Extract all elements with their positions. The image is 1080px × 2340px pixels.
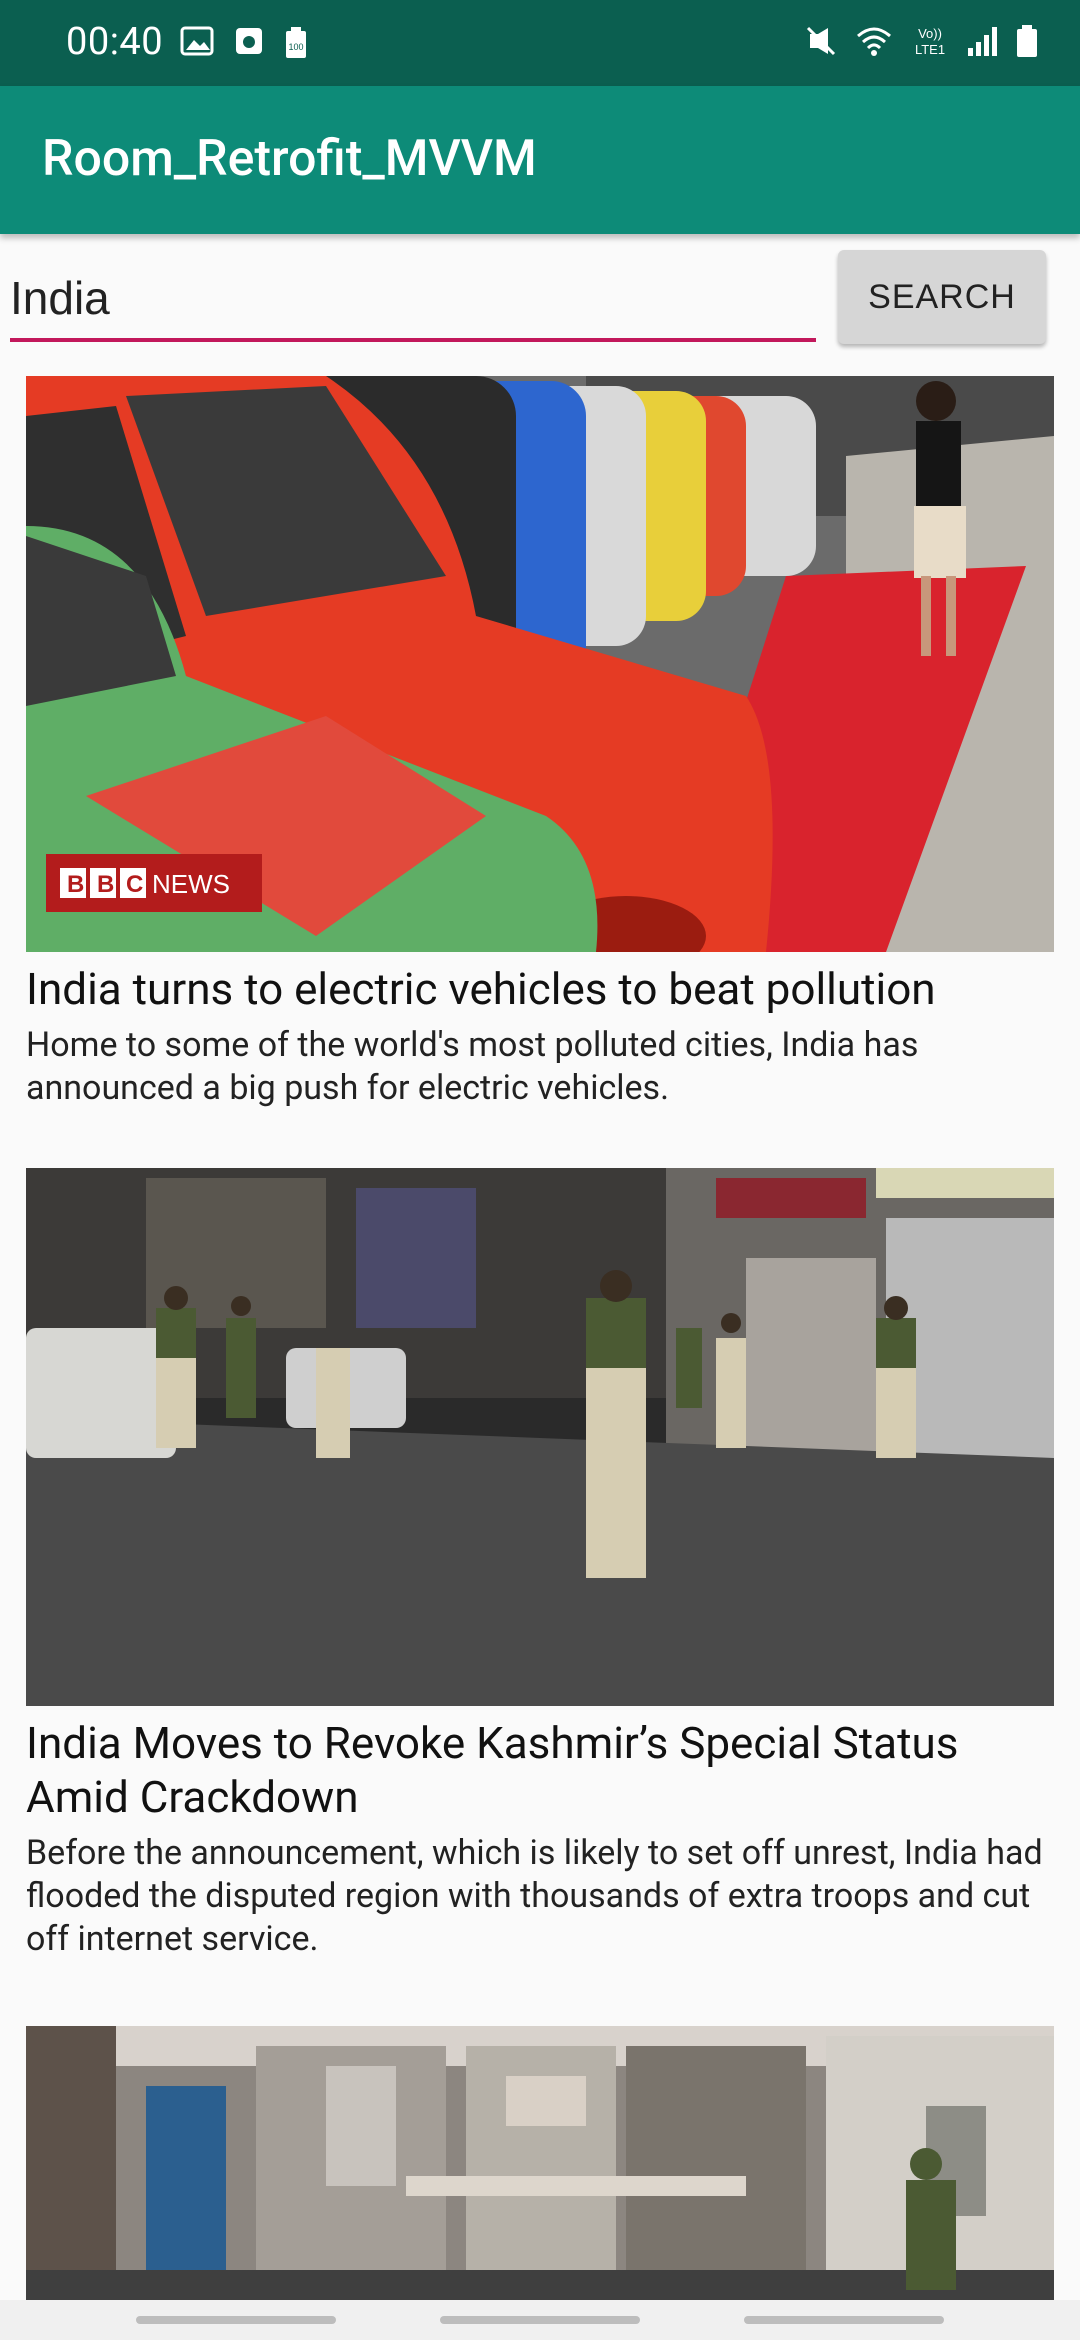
status-bar: 00:40 100 Vo)) LTE1 <box>0 0 1080 86</box>
svg-text:C: C <box>126 871 143 898</box>
article-image[interactable] <box>26 2026 1054 2300</box>
article-card[interactable]: B B C NEWS India turns to electric vehic… <box>26 376 1054 1110</box>
article-card[interactable] <box>26 2026 1054 2300</box>
wifi-icon <box>857 27 891 56</box>
app-title: Room_Retrofit_MVVM <box>42 130 537 188</box>
street-shops-image <box>26 2026 1054 2300</box>
article-description: Home to some of the world's most pollute… <box>26 1025 919 1108</box>
nav-recents-handle[interactable] <box>744 2316 944 2324</box>
article-description: Before the announcement, which is likely… <box>26 1833 1043 1959</box>
navigation-bar <box>0 2300 1080 2340</box>
svg-text:B: B <box>97 871 114 898</box>
signal-icon <box>968 27 997 56</box>
status-left-icons: 100 <box>180 26 308 60</box>
search-input[interactable] <box>10 258 816 342</box>
nav-back-handle[interactable] <box>136 2316 336 2324</box>
app-bar: Room_Retrofit_MVVM <box>0 86 1080 234</box>
svg-text:LTE1: LTE1 <box>915 42 945 57</box>
soldiers-street-image <box>26 1168 1054 1706</box>
electric-cars-image: B B C NEWS <box>26 376 1054 952</box>
camera-icon <box>236 28 262 54</box>
article-title: India turns to electric vehicles to beat… <box>26 963 936 1015</box>
volte-icon: Vo)) LTE1 <box>915 26 945 57</box>
svg-text:B: B <box>67 871 84 898</box>
search-button[interactable]: SEARCH <box>838 250 1046 344</box>
article-card[interactable]: India Moves to Revoke Kashmir’s Special … <box>26 1168 1054 1961</box>
status-time: 00:40 <box>66 20 164 64</box>
image-icon <box>180 26 214 56</box>
battery-saver-text: 100 <box>288 42 303 52</box>
search-row: SEARCH <box>0 234 1080 354</box>
nav-home-handle[interactable] <box>440 2316 640 2324</box>
article-title: India Moves to Revoke Kashmir’s Special … <box>26 1717 959 1823</box>
status-right-icons: Vo)) LTE1 <box>804 24 1038 58</box>
svg-text:Vo)): Vo)) <box>918 26 942 41</box>
article-image[interactable] <box>26 1168 1054 1706</box>
svg-text:NEWS: NEWS <box>152 869 230 899</box>
article-image[interactable]: B B C NEWS <box>26 376 1054 952</box>
mute-icon <box>806 26 836 56</box>
battery-saver-icon: 100 <box>286 27 306 58</box>
battery-icon <box>1017 25 1037 57</box>
